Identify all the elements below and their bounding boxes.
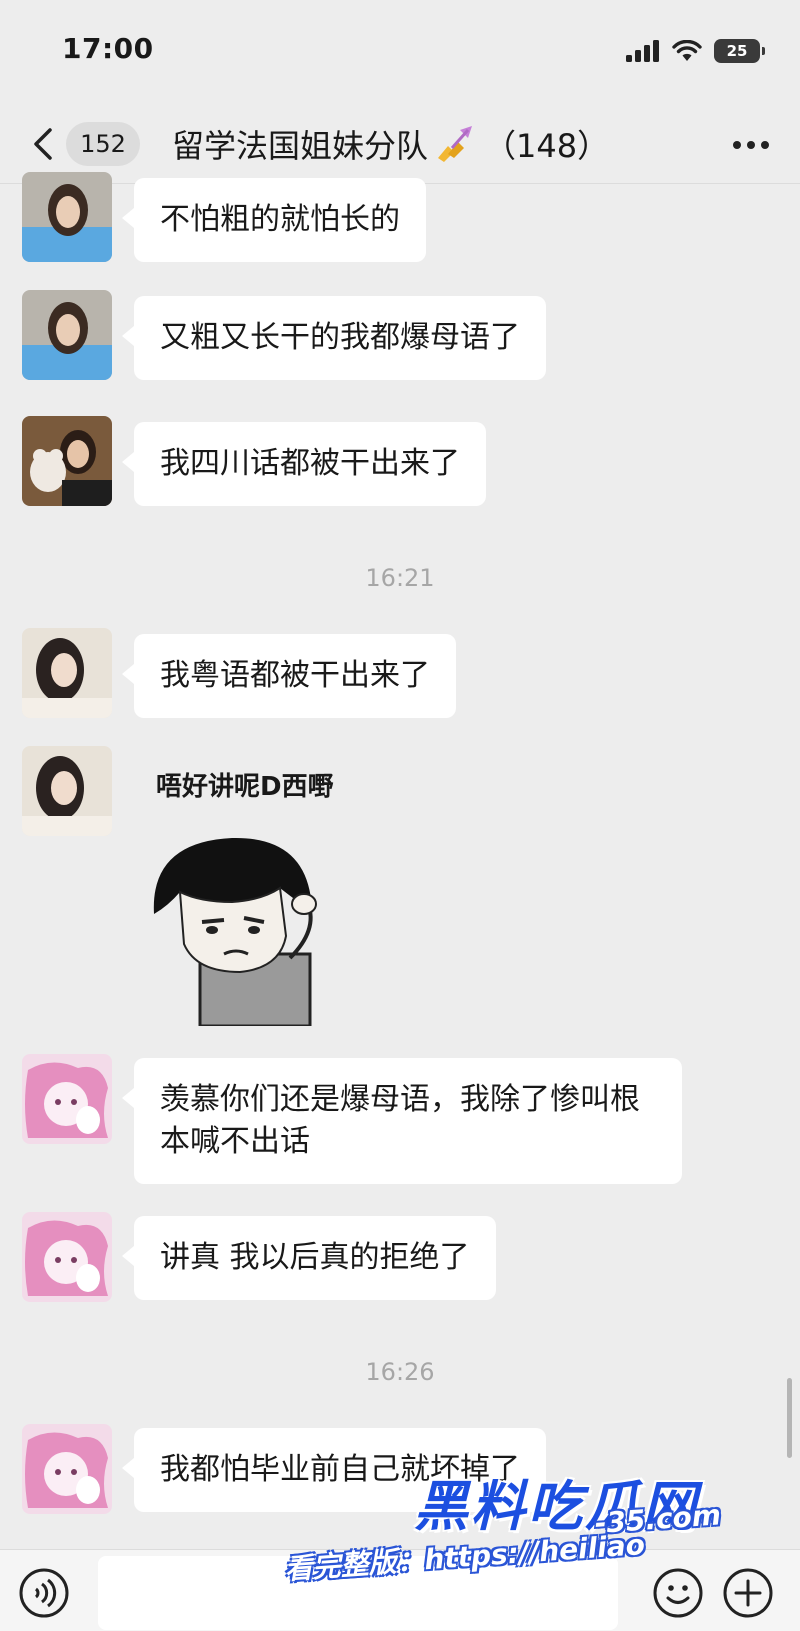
voice-icon[interactable] xyxy=(18,1567,70,1619)
wifi-icon xyxy=(672,40,702,61)
battery-level: 25 xyxy=(726,42,748,60)
battery-icon: 25 xyxy=(714,39,765,63)
message-bubble[interactable]: 我四川话都被干出来了 xyxy=(122,422,486,506)
status-icons: 25 xyxy=(626,38,765,64)
mushroom-head-meme-sticker[interactable] xyxy=(140,826,350,1026)
nail-polish-icon xyxy=(438,126,473,162)
scrollbar[interactable] xyxy=(787,1378,792,1458)
emoji-icon[interactable] xyxy=(652,1567,704,1619)
message-bubble[interactable]: 我粤语都被干出来了 xyxy=(122,634,456,718)
avatar[interactable] xyxy=(22,1424,112,1514)
signal-icon xyxy=(626,40,659,62)
message-bubble[interactable]: 不怕粗的就怕长的 xyxy=(122,178,426,262)
chat-title[interactable]: 留学法国姐妹分队 （148） xyxy=(172,122,609,166)
avatar[interactable] xyxy=(22,1212,112,1302)
group-name: 留学法国姐妹分队 xyxy=(172,127,429,165)
status-bar: 17:00 25 xyxy=(0,0,800,104)
message-bubble[interactable]: 羡慕你们还是爆母语，我除了惨叫根本喊不出话 xyxy=(122,1058,682,1184)
chat-header: 152 留学法国姐妹分队 （148） xyxy=(0,104,800,184)
chevron-left-icon[interactable] xyxy=(26,124,62,164)
avatar[interactable] xyxy=(22,746,112,836)
member-count: （148） xyxy=(484,127,610,165)
avatar[interactable] xyxy=(22,628,112,718)
avatar[interactable] xyxy=(22,172,112,262)
unread-count-badge[interactable]: 152 xyxy=(66,122,140,166)
avatar[interactable] xyxy=(22,416,112,506)
sticker-caption: 唔好讲呢D西嘢 xyxy=(156,772,334,802)
timestamp: 16:21 xyxy=(365,564,435,592)
message-bubble[interactable]: 讲真 我以后真的拒绝了 xyxy=(122,1216,496,1300)
avatar[interactable] xyxy=(22,1054,112,1144)
plus-icon[interactable] xyxy=(722,1567,774,1619)
more-icon[interactable] xyxy=(730,128,772,162)
timestamp: 16:26 xyxy=(365,1358,435,1386)
message-bubble[interactable]: 又粗又长干的我都爆母语了 xyxy=(122,296,546,380)
status-time: 17:00 xyxy=(62,32,154,65)
avatar[interactable] xyxy=(22,290,112,380)
